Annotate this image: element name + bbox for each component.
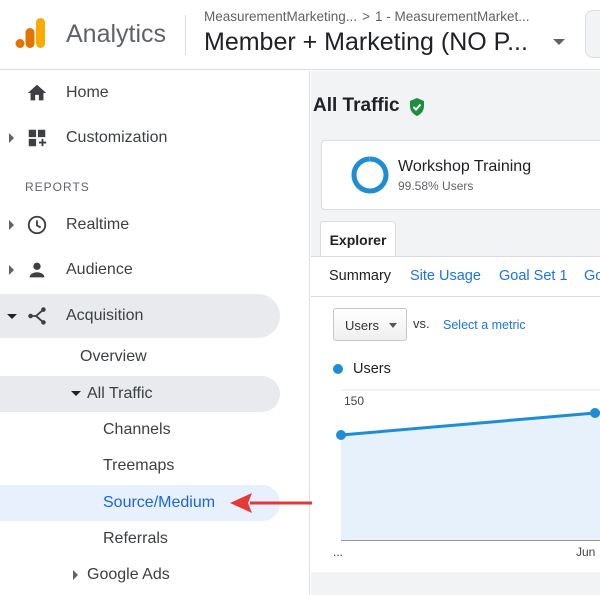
sidebar-item-label: Google Ads [87, 566, 170, 583]
sidebar-item-audience[interactable]: Audience [0, 248, 280, 292]
vs-label: vs. [413, 316, 430, 331]
view-dropdown-caret-icon[interactable] [553, 39, 565, 45]
main-bottom-strip [311, 572, 600, 595]
expand-caret-icon[interactable] [9, 265, 14, 275]
sidebar-item-label: All Traffic [87, 385, 153, 402]
explorer-panel: Summary Site Usage Goal Set 1 Go Users v… [311, 256, 600, 572]
acquisition-branch-icon [28, 307, 46, 325]
users-line-chart[interactable]: 50100150...Jun [311, 382, 600, 572]
segment-percent-label: 99.58% Users [398, 179, 474, 193]
sidebar-item-treemaps[interactable]: Treemaps [103, 448, 174, 484]
sidebar-item-referrals[interactable]: Referrals [103, 521, 168, 557]
subtab-goal-set-1[interactable]: Goal Set 1 [499, 268, 568, 284]
dashboard-customization-icon [28, 129, 47, 147]
sidebar-item-channels[interactable]: Channels [103, 412, 171, 448]
sidebar-item-label: Source/Medium [103, 494, 216, 511]
sidebar-item-label: Acquisition [66, 307, 144, 324]
sidebar-item-overview[interactable]: Overview [80, 339, 147, 375]
sidebar-item-all-traffic[interactable]: All Traffic [0, 376, 280, 412]
sidebar-item-google-ads[interactable]: Google Ads [0, 557, 280, 593]
view-selector[interactable]: Member + Marketing (NO P... [204, 28, 528, 57]
app-name: Analytics [66, 20, 167, 48]
search-box-button[interactable] [585, 10, 600, 58]
metric-select[interactable]: Users [333, 308, 407, 341]
account-breadcrumb[interactable]: MeasurementMarketing... >1 - MeasurementM… [204, 9, 530, 24]
sidebar-item-home[interactable]: Home [0, 71, 280, 115]
sidebar-item-acquisition[interactable]: Acquisition [0, 294, 280, 338]
tab-explorer[interactable]: Explorer [320, 221, 396, 257]
select-metric-link[interactable]: Select a metric [443, 318, 526, 332]
collapse-caret-icon[interactable] [7, 314, 17, 319]
x-tick-label: ... [333, 545, 343, 559]
clock-icon [27, 215, 47, 235]
collapse-caret-icon[interactable] [71, 391, 81, 396]
expand-caret-icon[interactable] [73, 570, 78, 580]
page-title: All Traffic [313, 95, 400, 116]
segment-card[interactable]: Workshop Training 99.58% Users [321, 140, 600, 210]
subtab-goal-set-2[interactable]: Go [584, 268, 600, 284]
legend-users-dot [333, 364, 343, 374]
expand-caret-icon[interactable] [9, 133, 14, 143]
sidebar-item-realtime[interactable]: Realtime [0, 203, 280, 247]
expand-caret-icon[interactable] [9, 220, 14, 230]
breadcrumb-separator: > [362, 9, 370, 24]
chevron-down-icon [389, 323, 397, 328]
metric-select-value: Users [345, 318, 379, 333]
segment-name: Workshop Training [398, 158, 532, 175]
subtab-site-usage[interactable]: Site Usage [410, 268, 481, 284]
x-tick-label: Jun [576, 545, 595, 559]
app-header: Analytics MeasurementMarketing... >1 - Me… [0, 0, 600, 70]
sidebar-item-label: Audience [66, 261, 133, 278]
sidebar-item-label: Realtime [66, 216, 130, 233]
home-icon [27, 84, 47, 101]
sidebar-item-label: Home [66, 84, 109, 101]
legend-users-label: Users [353, 361, 391, 377]
header-divider [185, 15, 186, 55]
sidebar-item-label: Customization [66, 129, 168, 146]
segment-percent-ring [351, 156, 389, 194]
subtab-summary[interactable]: Summary [329, 268, 391, 284]
verified-shield-icon [410, 98, 424, 116]
analytics-logo-icon[interactable] [14, 16, 48, 50]
sidebar-item-customization[interactable]: Customization [0, 116, 280, 160]
explorer-subtabs: Summary Site Usage Goal Set 1 Go [311, 257, 600, 297]
annotation-arrow-icon [230, 493, 312, 513]
report-main: All Traffic Workshop Training 99.58% Use… [311, 71, 600, 595]
users-data-point [336, 430, 346, 440]
person-icon [29, 262, 45, 278]
breadcrumb-property[interactable]: 1 - MeasurementMarket... [375, 9, 530, 24]
y-tick-label: 150 [344, 394, 364, 408]
reports-section-heading: REPORTS [25, 180, 90, 194]
breadcrumb-account[interactable]: MeasurementMarketing... [204, 9, 357, 24]
users-data-point [590, 408, 600, 418]
